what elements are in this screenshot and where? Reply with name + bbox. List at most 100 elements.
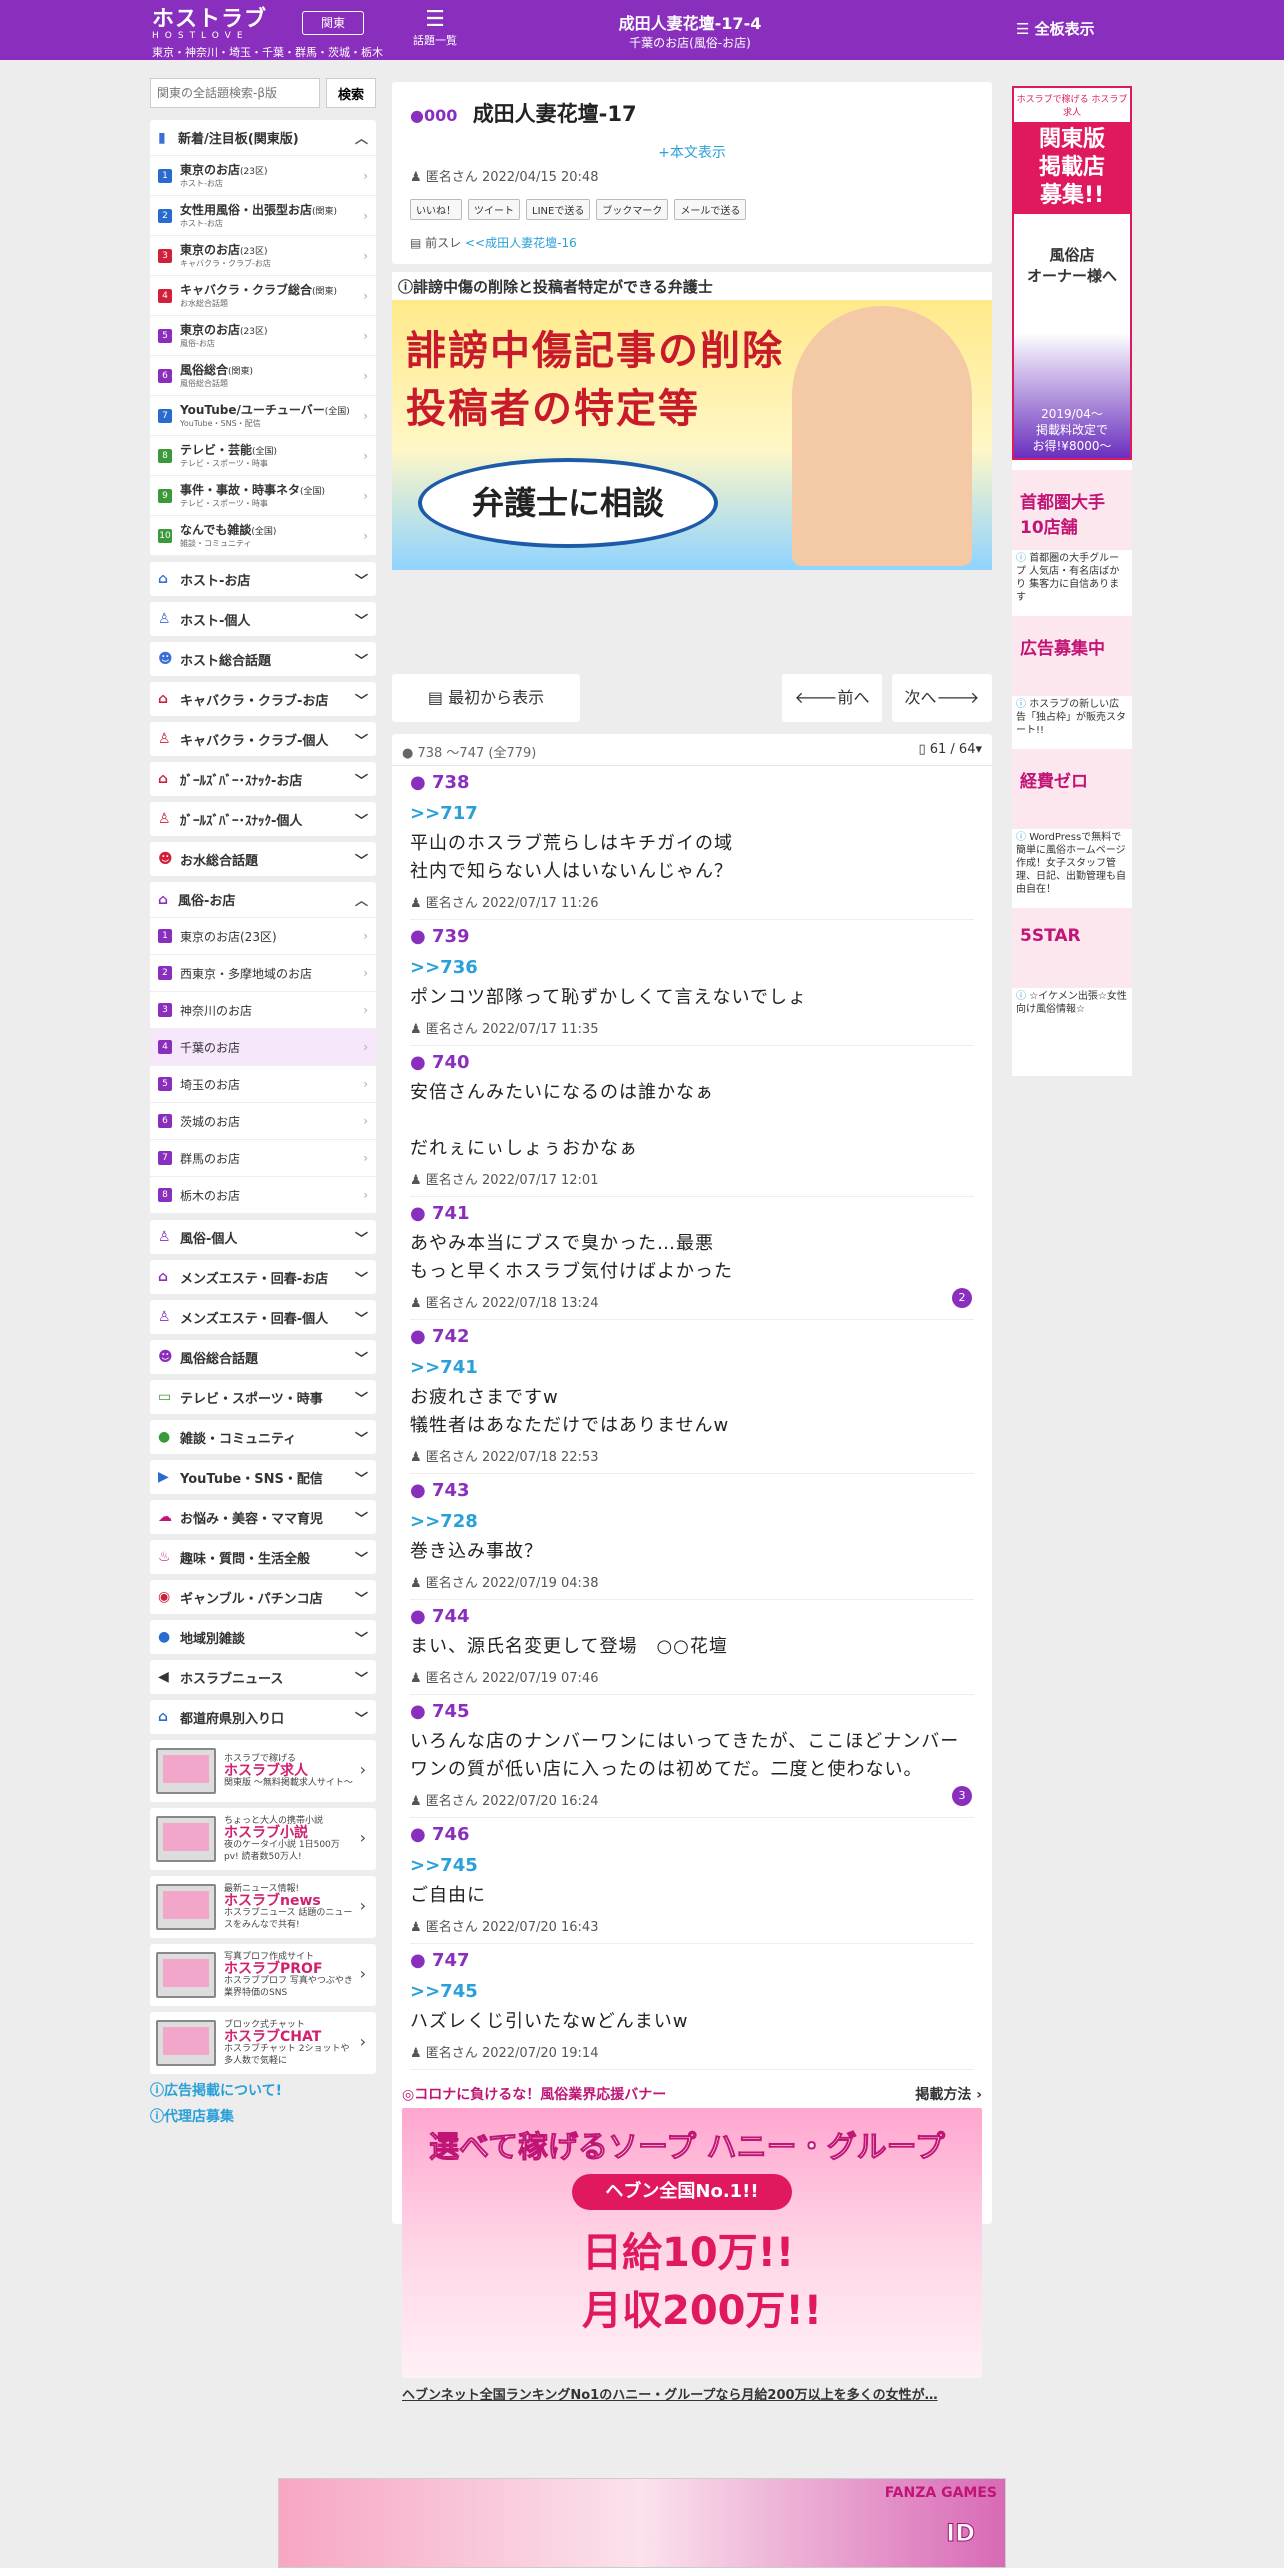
share-button[interactable]: メールで送る [674, 199, 747, 220]
new-board-item[interactable]: 2 女性用風俗・出張型お店(関東) ホスト-お店 › [150, 196, 376, 236]
recruit-ad[interactable]: ホスラブで稼げる ホスラブ求人 関東版 掲載店 募集!! 風俗店 オーナー様へ … [1012, 86, 1132, 460]
sub-board-item[interactable]: 1 東京のお店(23区) › [150, 918, 376, 955]
reply-anchor-link[interactable]: >>745 [410, 1855, 974, 1876]
sub-board-item[interactable]: 7 群馬のお店 › [150, 1140, 376, 1177]
user-icon: ♟ [410, 1173, 426, 1188]
reply-count-badge[interactable]: 2 [952, 1288, 972, 1308]
service-promo[interactable]: 写真プロフ作成サイト ホスラブPROF ホスラブプロフ 写真やつぶやき業界特価のSN… [150, 1944, 376, 2006]
category-item[interactable]: ⌂ メンズエステ・回春-お店 ﹀ [150, 1260, 376, 1294]
service-promo[interactable]: 最新ニュース情報! ホスラブnews ホスラブニュース 話題のニュースをみんなで共有… [150, 1876, 376, 1938]
sub-board-item[interactable]: 8 栃木のお店 › [150, 1177, 376, 1214]
next-page-button[interactable]: 次へ🡒 [892, 674, 992, 722]
sub-board-item[interactable]: 3 神奈川のお店 › [150, 992, 376, 1029]
new-board-item[interactable]: 7 YouTube/ユーチューバー(全国) YouTube・SNS・配信 › [150, 396, 376, 436]
category-item[interactable]: ♨ 趣味・質問・生活全般 ﹀ [150, 1540, 376, 1574]
category-item[interactable]: ♙ キャバクラ・クラブ-個人 ﹀ [150, 722, 376, 756]
chevron-down-icon: ﹀ [354, 1551, 368, 1567]
share-button[interactable]: LINEで送る [526, 199, 591, 220]
site-logo[interactable]: ホストラブ [152, 8, 267, 30]
sub-board-item[interactable]: 2 西東京・多摩地域のお店 › [150, 955, 376, 992]
category-item[interactable]: ☻ お水総合話題 ﹀ [150, 842, 376, 876]
reply-anchor-link[interactable]: >>741 [410, 1357, 974, 1378]
service-promo[interactable]: ホスラブで稼げる ホスラブ求人 関東版 ～無料掲載求人サイト～ › [150, 1740, 376, 1802]
lawyer-ad[interactable]: ⓘ誹謗中傷の削除と投稿者特定ができる弁護士 誹謗中傷記事の削除 投稿者の特定等 … [392, 272, 992, 570]
post-number[interactable]: ● 739 [410, 926, 974, 947]
lawyer-ad-banner[interactable]: 誹謗中傷記事の削除 投稿者の特定等 弁護士に相談 [392, 300, 992, 570]
share-button[interactable]: ツイート [468, 199, 520, 220]
post-number[interactable]: ● 738 [410, 772, 974, 793]
reply-count-badge[interactable]: 3 [952, 1786, 972, 1806]
service-promo[interactable]: ちょっと大人の携帯小説 ホスラブ小説 夜のケータイ小説 1日500万pv! 読者数5… [150, 1808, 376, 1870]
share-button[interactable]: いいね！ [410, 199, 462, 220]
post-number[interactable]: ● 746 [410, 1824, 974, 1845]
new-board-item[interactable]: 1 東京のお店(23区) ホスト-お店 › [150, 156, 376, 196]
prev-thread-link[interactable]: <<成田人妻花壇-16 [465, 236, 577, 250]
search-button[interactable]: 検索 [326, 78, 376, 108]
category-item[interactable]: ♙ ホスト-個人 ﹀ [150, 602, 376, 636]
sub-board-label: 茨城のお店 [180, 1114, 241, 1129]
ad-info-link[interactable]: ⓘ広告掲載について! [150, 2080, 376, 2100]
post-number[interactable]: ● 740 [410, 1052, 974, 1073]
page-select[interactable]: ▯ 61 / 64▾ [918, 742, 982, 757]
chevron-down-icon: ﹀ [354, 1351, 368, 1367]
sub-board-item[interactable]: 6 茨城のお店 › [150, 1103, 376, 1140]
category-item[interactable]: ◀ ホスラブニュース ﹀ [150, 1660, 376, 1694]
prev-page-button[interactable]: 🡐前へ [782, 674, 882, 722]
honey-group-banner[interactable]: 選べて稼げるソープ ハニー・グループ ヘブン全国No.1!! 日給10万!! 月… [402, 2108, 982, 2378]
full-board-button[interactable]: ☰ 全板表示 [1016, 18, 1095, 39]
share-button[interactable]: ブックマーク [596, 199, 669, 220]
service-promo[interactable]: ブロック式チャット ホスラブCHAT ホスラブチャット 2ショットや多人数で気軽に … [150, 2012, 376, 2074]
post-number[interactable]: ● 742 [410, 1326, 974, 1347]
category-item[interactable]: ▶ YouTube・SNS・配信 ﹀ [150, 1460, 376, 1494]
category-item[interactable]: ☁ お悩み・美容・ママ育児 ﹀ [150, 1500, 376, 1534]
category-item[interactable]: ⌂ ｶﾞｰﾙｽﾞﾊﾞｰ･ｽﾅｯｸ-お店 ﹀ [150, 762, 376, 796]
bottom-game-banner[interactable]: FANZA GAMES ID [278, 2478, 1006, 2568]
category-item[interactable]: ⌂ 都道府県別入り口 ﹀ [150, 1700, 376, 1734]
sub-board-item[interactable]: 4 千葉のお店 › [150, 1029, 376, 1066]
category-item[interactable]: ◉ ギャンブル・パチンコ店 ﹀ [150, 1580, 376, 1614]
small-ad[interactable]: 広告募集中 ⓘ ホスラブの新しい広告「独占枠」が販売スタート!! [1012, 616, 1132, 739]
sub-board-item[interactable]: 5 埼玉のお店 › [150, 1066, 376, 1103]
agency-link[interactable]: ⓘ代理店募集 [150, 2106, 376, 2126]
category-item[interactable]: ● 地域別雑談 ﹀ [150, 1620, 376, 1654]
new-board-item[interactable]: 5 東京のお店(23区) 風俗-お店 › [150, 316, 376, 356]
reply-anchor-link[interactable]: >>728 [410, 1511, 974, 1532]
reply-anchor-link[interactable]: >>717 [410, 803, 974, 824]
small-ad[interactable]: 5STAR ⓘ ☆イケメン出張☆女性向け風俗情報☆ [1012, 908, 1132, 1018]
category-icon: ▭ [158, 1389, 172, 1405]
category-item[interactable]: ♙ ｶﾞｰﾙｽﾞﾊﾞｰ･ｽﾅｯｸ-個人 ﹀ [150, 802, 376, 836]
new-board-item[interactable]: 6 風俗総合(関東) 風俗総合話題 › [150, 356, 376, 396]
category-item[interactable]: ☻ ホスト総合話題 ﹀ [150, 642, 376, 676]
small-ad[interactable]: 経費ゼロ ⓘ WordPressで無料で簡単に風俗ホームページ作成！女子スタッフ… [1012, 749, 1132, 898]
banner-caption-link[interactable]: ヘブンネット全国ランキングNo1のハニー・グループなら月給200万以上を多くの女… [402, 2384, 982, 2403]
category-item[interactable]: ● 雑談・コミュニティ ﹀ [150, 1420, 376, 1454]
category-item[interactable]: ⌂ ホスト-お店 ﹀ [150, 562, 376, 596]
new-board-item[interactable]: 10 なんでも雑談(全国) 雑談・コミュニティ › [150, 516, 376, 556]
new-board-item[interactable]: 4 キャバクラ・クラブ総合(関東) お水総合話題 › [150, 276, 376, 316]
post-number[interactable]: ● 744 [410, 1606, 974, 1627]
how-to-post-link[interactable]: 掲載方法 › [915, 2084, 982, 2104]
reply-anchor-link[interactable]: >>736 [410, 957, 974, 978]
show-from-start-button[interactable]: ▤ 最初から表示 [392, 674, 580, 722]
category-item[interactable]: ♙ メンズエステ・回春-個人 ﹀ [150, 1300, 376, 1334]
post-number[interactable]: ● 745 [410, 1701, 974, 1722]
post-number[interactable]: ● 741 [410, 1203, 974, 1224]
category-item[interactable]: ⌂ キャバクラ・クラブ-お店 ﹀ [150, 682, 376, 716]
new-board-item[interactable]: 9 事件・事故・時事ネタ(全国) テレビ・スポーツ・時事 › [150, 476, 376, 516]
category-item[interactable]: ♙ 風俗-個人 ﹀ [150, 1220, 376, 1254]
new-board-item[interactable]: 3 東京のお店(23区) キャバクラ・クラブ-お店 › [150, 236, 376, 276]
post-number[interactable]: ● 747 [410, 1950, 974, 1971]
post-date: 2022/07/17 12:01 [481, 1173, 599, 1188]
new-boards-header[interactable]: ▮ 新着/注目板(関東版) ︿ [150, 120, 376, 156]
post-number[interactable]: ● 743 [410, 1480, 974, 1501]
small-ad[interactable]: 首都圏大手 10店舗 ⓘ 首都圏の大手グループ 人気店・有名店ばかり 集客力に自… [1012, 470, 1132, 606]
reply-anchor-link[interactable]: >>745 [410, 1981, 974, 2002]
fuzoku-shop-header[interactable]: ⌂ 風俗-お店 ︿ [150, 882, 376, 918]
topics-list-button[interactable]: ☰ 話題一覧 [410, 8, 460, 48]
category-item[interactable]: ☻ 風俗総合話題 ﹀ [150, 1340, 376, 1374]
new-board-item[interactable]: 8 テレビ・芸能(全国) テレビ・スポーツ・時事 › [150, 436, 376, 476]
show-body-link[interactable]: +本文表示 [410, 142, 974, 162]
category-item[interactable]: ▭ テレビ・スポーツ・時事 ﹀ [150, 1380, 376, 1414]
search-input[interactable] [150, 78, 320, 108]
region-button[interactable]: 関東 [302, 11, 364, 35]
